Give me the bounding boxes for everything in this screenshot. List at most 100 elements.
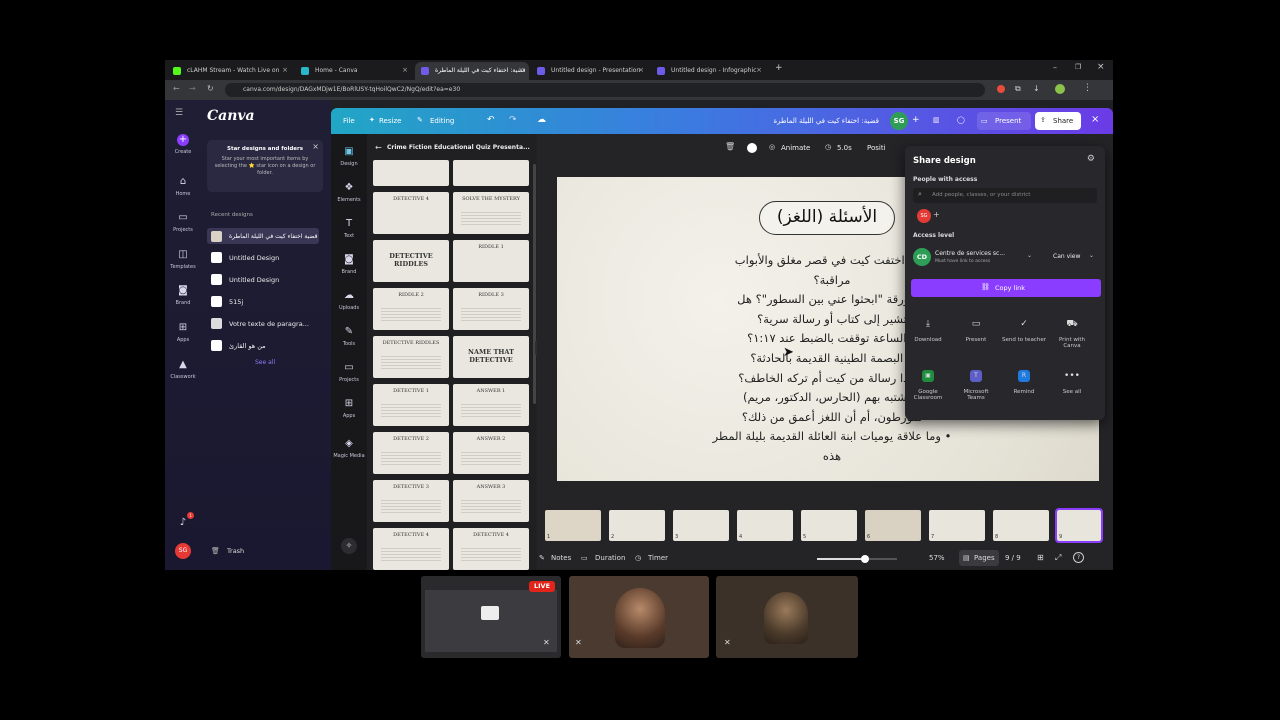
share-action-present[interactable]: ▭ Present <box>954 314 998 343</box>
extensions-icon[interactable]: ⧉ <box>1015 84 1021 94</box>
template-thumbnail[interactable]: DETECTIVE RIDDLES <box>373 336 449 378</box>
recent-item[interactable]: Votre texte de paragra... <box>229 320 309 328</box>
add-people-input[interactable]: ⌕ Add people, classes, or your district <box>913 188 1097 203</box>
zoom-slider-track[interactable] <box>817 555 897 563</box>
editing-dropdown[interactable]: Editing <box>430 117 454 125</box>
canva-logo[interactable]: Canva <box>207 108 255 124</box>
url-field[interactable]: canva.com/design/DAGxMDjw1E/BoRlUSY-tqHo… <box>225 83 985 97</box>
see-all-link[interactable]: See all <box>255 359 275 366</box>
template-thumbnail[interactable] <box>373 160 449 186</box>
insights-icon[interactable]: ▥ <box>933 116 940 124</box>
page-thumbnail[interactable]: 7 <box>929 510 985 541</box>
nav-brand[interactable]: ◙ Brand <box>165 285 201 306</box>
template-thumbnail[interactable]: DETECTIVE 2 <box>373 432 449 474</box>
window-close-button[interactable]: × <box>1097 62 1105 72</box>
menu-icon[interactable]: ⋮ <box>1083 83 1092 93</box>
help-icon[interactable]: ? <box>1073 552 1084 563</box>
template-thumbnail[interactable]: RIDDLE 2 <box>373 288 449 330</box>
redo-icon[interactable]: ↷ <box>509 115 517 125</box>
trash-link[interactable]: Trash <box>227 547 244 555</box>
new-tab-button[interactable]: + <box>775 63 783 73</box>
recent-item[interactable]: Untitled Design <box>229 254 279 262</box>
share-action-download[interactable]: ⤓ Download <box>906 314 950 343</box>
page-thumbnail-active[interactable]: 9 <box>1055 508 1103 543</box>
add-person-icon[interactable]: + <box>933 210 940 219</box>
tool-tools[interactable]: ✎ Tools <box>331 326 367 347</box>
reload-icon[interactable]: ↻ <box>207 84 214 93</box>
page-thumbnail[interactable]: 8 <box>993 510 1049 541</box>
back-icon[interactable]: ← <box>173 84 180 93</box>
participant-tile[interactable]: ✕ <box>716 576 858 658</box>
trash-icon[interactable]: 🗑 <box>725 142 735 151</box>
nav-create[interactable]: + Create <box>165 134 201 155</box>
tool-uploads[interactable]: ☁ Uploads <box>331 290 367 311</box>
nav-projects[interactable]: ▭ Projects <box>165 212 201 233</box>
permission-dropdown[interactable]: Can view <box>1053 253 1080 260</box>
notes-button[interactable]: Notes <box>551 554 571 562</box>
close-icon[interactable]: × <box>638 66 644 74</box>
extension-icon[interactable] <box>997 85 1005 93</box>
zoom-level[interactable]: 57% <box>929 554 945 562</box>
zoom-slider-handle[interactable] <box>861 555 869 563</box>
slide-title[interactable]: الأسئلة (اللغز) <box>759 207 895 227</box>
trash-icon[interactable]: 🗑 <box>211 547 220 555</box>
add-collaborator-icon[interactable]: + <box>912 115 920 125</box>
template-thumbnail[interactable]: NAME THAT DETECTIVE <box>453 336 529 378</box>
template-thumbnail[interactable]: ANSWER 2 <box>453 432 529 474</box>
undo-icon[interactable]: ↶ <box>487 115 495 125</box>
position-button[interactable]: Positi <box>867 144 886 152</box>
minimize-button[interactable]: – <box>1053 63 1057 72</box>
color-swatch[interactable] <box>747 143 757 153</box>
chevron-down-icon[interactable]: ⌄ <box>1089 252 1094 259</box>
template-thumbnail[interactable]: DETECTIVE 4 <box>373 192 449 234</box>
grid-view-icon[interactable]: ⊞ <box>1037 553 1044 562</box>
cloud-save-icon[interactable]: ☁ <box>537 115 546 125</box>
close-icon[interactable]: × <box>402 66 408 74</box>
copy-link-button[interactable]: ⛓ Copy link <box>911 279 1101 297</box>
document-title[interactable]: قضية: اختفاء كيت في الليلة الماطرة <box>771 117 879 125</box>
notifications-button[interactable]: ♪ <box>165 517 201 532</box>
timer-button[interactable]: Timer <box>648 554 668 562</box>
tab-presentation[interactable]: Untitled design - Presentation × <box>531 62 649 80</box>
tool-magic-media[interactable]: ◈ Magic Media <box>331 438 367 459</box>
tool-brand[interactable]: ◙ Brand <box>331 254 367 275</box>
avatar[interactable]: SG <box>175 543 191 559</box>
back-icon[interactable]: ← <box>375 143 382 152</box>
share-action-google-classroom[interactable]: ▣ Google Classroom <box>906 366 950 401</box>
recent-item[interactable]: من هو القارئ <box>229 342 266 350</box>
tab-design-active[interactable]: قضية: اختفاء كيت في الليلة الماطرة × <box>415 62 529 80</box>
share-action-send-to-teacher[interactable]: ✓ Send to teacher <box>1002 314 1046 343</box>
page-thumbnail[interactable]: 3 <box>673 510 729 541</box>
fullscreen-icon[interactable]: ⤢ <box>1055 553 1061 563</box>
chevron-down-icon[interactable]: ⌄ <box>1027 252 1032 259</box>
pages-button[interactable]: ▤ Pages <box>959 550 999 566</box>
animate-button[interactable]: Animate <box>781 144 810 152</box>
nav-apps[interactable]: ⊞ Apps <box>165 322 201 343</box>
magic-sparkle-icon[interactable]: ✧ <box>341 538 357 554</box>
recent-item[interactable]: Untitled Design <box>229 276 279 284</box>
page-thumbnail[interactable]: 6 <box>865 510 921 541</box>
close-icon[interactable]: × <box>282 66 288 74</box>
page-thumbnail[interactable]: 2 <box>609 510 665 541</box>
duration-button[interactable]: Duration <box>595 554 625 562</box>
avatar[interactable]: SG <box>890 112 908 130</box>
share-action-print[interactable]: ⛟ Print with Canva <box>1050 314 1094 349</box>
nav-home[interactable]: ⌂ Home <box>165 176 201 197</box>
page-thumbnail[interactable]: 5 <box>801 510 857 541</box>
participant-tile[interactable]: ✕ <box>569 576 709 658</box>
tool-text[interactable]: T Text <box>331 218 367 239</box>
page-thumbnail[interactable]: 4 <box>737 510 793 541</box>
template-thumbnail[interactable]: RIDDLE 1 <box>453 240 529 282</box>
access-row[interactable]: CD Centre de services sc... Must have li… <box>913 246 1097 268</box>
template-thumbnail[interactable]: DETECTIVE RIDDLES <box>373 240 449 282</box>
template-thumbnail[interactable]: ANSWER 3 <box>453 480 529 522</box>
tool-apps[interactable]: ⊞ Apps <box>331 398 367 419</box>
close-icon[interactable]: × <box>312 142 319 151</box>
share-action-teams[interactable]: T Microsoft Teams <box>954 366 998 401</box>
tab-canva-home[interactable]: Home - Canva × <box>295 62 413 80</box>
comment-icon[interactable]: ◯ <box>957 116 965 124</box>
nav-classwork[interactable]: ▲ Classwork <box>165 359 201 380</box>
share-action-see-all[interactable]: ••• See all <box>1050 366 1094 395</box>
close-icon[interactable]: × <box>756 66 762 74</box>
tab-stream[interactable]: cLAHM Stream - Watch Live on × <box>167 62 293 80</box>
